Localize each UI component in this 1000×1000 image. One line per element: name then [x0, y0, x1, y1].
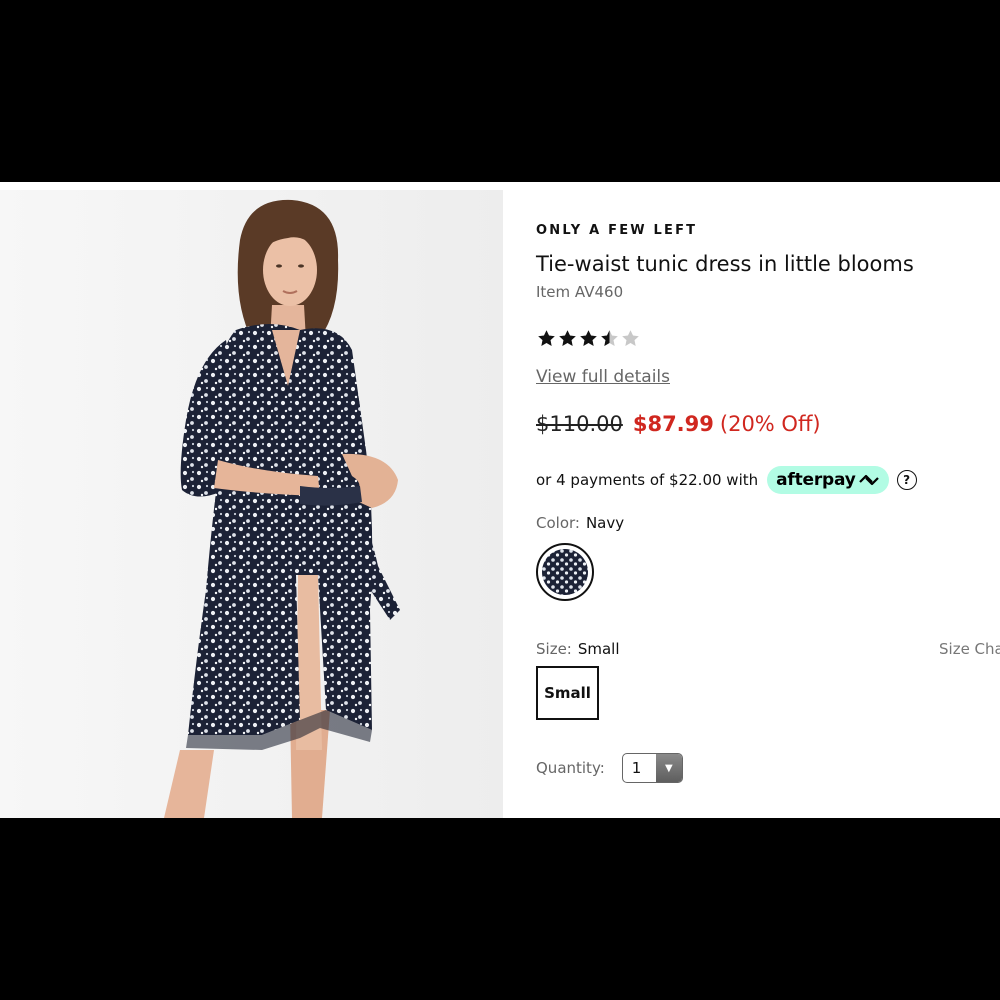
product-image[interactable] — [0, 190, 503, 818]
product-info-panel: ONLY A FEW LEFT Tie-waist tunic dress in… — [536, 182, 1000, 818]
color-value: Navy — [585, 514, 625, 532]
afterpay-label: afterpay — [776, 470, 856, 490]
color-swatch-navy[interactable] — [536, 543, 594, 601]
afterpay-arrows-icon — [858, 474, 879, 486]
star-icon — [538, 330, 555, 346]
star-icon — [559, 330, 576, 346]
product-page: ONLY A FEW LEFT Tie-waist tunic dress in… — [0, 182, 1000, 818]
star-rating[interactable] — [536, 328, 641, 349]
chevron-down-icon: ▼ — [655, 754, 682, 782]
size-label: Size: — [536, 640, 572, 658]
question-circle-icon[interactable]: ? — [896, 470, 917, 490]
original-price: $110.00 — [536, 412, 623, 436]
empty-star-icon — [622, 330, 639, 346]
quantity-label: Quantity: — [536, 759, 605, 777]
size-selector-label: Size: Small — [536, 640, 620, 658]
size-chart-link[interactable]: Size Chart — [939, 640, 1000, 658]
installments-text: or 4 payments of $22.00 with — [536, 471, 759, 489]
sale-price: $87.99 — [632, 412, 714, 436]
size-value: Small — [577, 640, 620, 658]
stock-notice: ONLY A FEW LEFT — [536, 223, 698, 238]
star-icon — [580, 330, 597, 346]
price-block: $110.00 $87.99 (20% Off) — [536, 412, 821, 436]
installments-row: or 4 payments of $22.00 with afterpay ? — [536, 466, 917, 494]
afterpay-badge[interactable]: afterpay — [767, 466, 889, 494]
half-star-icon — [601, 330, 618, 346]
quantity-value: 1 — [631, 759, 642, 777]
item-number: Item AV460 — [536, 283, 624, 301]
quantity-row: Quantity: 1 ▼ — [536, 753, 683, 783]
color-label: Color: — [536, 514, 580, 532]
swatch-pattern — [542, 549, 588, 595]
product-title: Tie-waist tunic dress in little blooms — [536, 252, 914, 276]
quantity-select[interactable]: 1 ▼ — [621, 753, 683, 783]
discount-badge: (20% Off) — [719, 412, 821, 436]
view-full-details-link[interactable]: View full details — [536, 367, 670, 387]
color-selector-label: Color: Navy — [536, 514, 624, 532]
size-option-small[interactable]: Small — [536, 666, 599, 720]
